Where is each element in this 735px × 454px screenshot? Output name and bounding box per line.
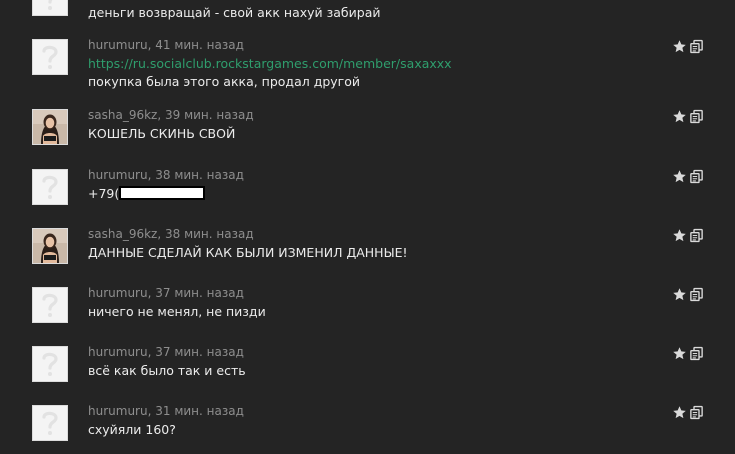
copy-icon[interactable] xyxy=(689,228,704,243)
message-time: 37 мин. назад xyxy=(155,286,244,300)
redaction-box xyxy=(119,186,206,200)
meta-separator: , xyxy=(157,108,165,122)
copy-icon[interactable] xyxy=(689,109,704,124)
chat-message: hurumuru, 37 мин. назад ничего не менял, … xyxy=(0,286,735,347)
chat-message: hurumuru, 38 мин. назад +79( xyxy=(0,168,735,229)
copy-icon[interactable] xyxy=(689,39,704,54)
message-text-content: покупка была этого акка, продал другой xyxy=(88,74,361,89)
message-time: 31 мин. назад xyxy=(155,404,244,418)
message-text: ничего не менял, не пизди xyxy=(88,304,266,319)
message-text-content: деньги возвращай - свой акк нахуй забира… xyxy=(88,5,381,20)
copy-icon[interactable] xyxy=(689,346,704,361)
message-text: КОШЕЛЬ СКИНЬ СВОЙ xyxy=(88,126,235,141)
message-author[interactable]: sasha_96kz xyxy=(88,108,157,122)
message-time: 37 мин. назад xyxy=(155,345,244,359)
star-icon[interactable] xyxy=(672,169,687,184)
default-avatar[interactable] xyxy=(32,169,68,205)
message-actions xyxy=(672,39,706,55)
copy-icon[interactable] xyxy=(689,405,704,420)
message-actions xyxy=(672,346,706,362)
message-meta: hurumuru, 37 мин. назад xyxy=(88,345,244,360)
message-text: схуйяли 160? xyxy=(88,422,176,437)
star-icon[interactable] xyxy=(672,39,687,54)
chat-message-list: деньги возвращай - свой акк нахуй забира… xyxy=(0,0,735,454)
chat-message: hurumuru, 41 мин. назад https://ru.social… xyxy=(0,38,735,99)
message-text-content: +79( xyxy=(88,186,120,201)
message-author[interactable]: hurumuru xyxy=(88,345,148,359)
default-avatar[interactable] xyxy=(32,346,68,382)
message-author[interactable]: sasha_96kz xyxy=(88,227,157,241)
default-avatar[interactable] xyxy=(32,405,68,441)
message-author[interactable]: hurumuru xyxy=(88,38,148,52)
chat-message: sasha_96kz, 39 мин. назад КОШЕЛЬ СКИНЬ СВ… xyxy=(0,108,735,169)
message-author[interactable]: hurumuru xyxy=(88,168,148,182)
star-icon[interactable] xyxy=(672,405,687,420)
message-text-content: всё как было так и есть xyxy=(88,363,246,378)
message-text: покупка была этого акка, продал другой xyxy=(88,74,360,89)
message-text: +79( xyxy=(88,186,206,201)
chat-message: sasha_96kz, 38 мин. назад ДАННЫЕ СДЕЛАЙ К… xyxy=(0,227,735,288)
star-icon[interactable] xyxy=(672,228,687,243)
message-text: всё как было так и есть xyxy=(88,363,246,378)
message-text-content: ДАННЫЕ СДЕЛАЙ КАК БЫЛИ ИЗМЕНИЛ ДАННЫЕ! xyxy=(88,245,408,260)
message-text: деньги возвращай - свой акк нахуй забира… xyxy=(88,5,380,20)
message-link[interactable]: https://ru.socialclub.rockstargames.com/… xyxy=(88,56,452,71)
message-author[interactable]: hurumuru xyxy=(88,404,148,418)
message-text-content: КОШЕЛЬ СКИНЬ СВОЙ xyxy=(88,126,236,141)
copy-icon[interactable] xyxy=(689,287,704,302)
message-text-content: схуйяли 160? xyxy=(88,422,176,437)
message-meta: hurumuru, 31 мин. назад xyxy=(88,404,244,419)
chat-message: деньги возвращай - свой акк нахуй забира… xyxy=(0,0,735,40)
message-text: ДАННЫЕ СДЕЛАЙ КАК БЫЛИ ИЗМЕНИЛ ДАННЫЕ! xyxy=(88,245,408,260)
message-time: 38 мин. назад xyxy=(155,168,244,182)
chat-message: hurumuru, 31 мин. назад схуйяли 160? xyxy=(0,404,735,454)
user-photo-avatar[interactable] xyxy=(32,109,68,145)
message-time: 38 мин. назад xyxy=(164,227,254,241)
star-icon[interactable] xyxy=(672,109,687,124)
default-avatar[interactable] xyxy=(32,39,68,75)
message-meta: hurumuru, 41 мин. назад xyxy=(88,38,244,53)
message-actions xyxy=(672,405,706,421)
message-time: 39 мин. назад xyxy=(164,108,254,122)
message-meta: hurumuru, 38 мин. назад xyxy=(88,168,244,183)
star-icon[interactable] xyxy=(672,287,687,302)
message-actions xyxy=(672,228,706,244)
message-text-content: ничего не менял, не пизди xyxy=(88,304,266,319)
copy-icon[interactable] xyxy=(689,169,704,184)
default-avatar[interactable] xyxy=(32,0,68,16)
message-meta: sasha_96kz, 38 мин. назад xyxy=(88,227,254,242)
chat-message: hurumuru, 37 мин. назад всё как было так … xyxy=(0,345,735,406)
message-meta: hurumuru, 37 мин. назад xyxy=(88,286,244,301)
message-time: 41 мин. назад xyxy=(155,38,244,52)
user-photo-avatar[interactable] xyxy=(32,228,68,264)
meta-separator: , xyxy=(157,227,165,241)
default-avatar[interactable] xyxy=(32,287,68,323)
message-actions xyxy=(672,287,706,303)
message-author[interactable]: hurumuru xyxy=(88,286,148,300)
message-actions xyxy=(672,169,706,185)
message-actions xyxy=(672,109,706,125)
message-meta: sasha_96kz, 39 мин. назад xyxy=(88,108,254,123)
star-icon[interactable] xyxy=(672,346,687,361)
